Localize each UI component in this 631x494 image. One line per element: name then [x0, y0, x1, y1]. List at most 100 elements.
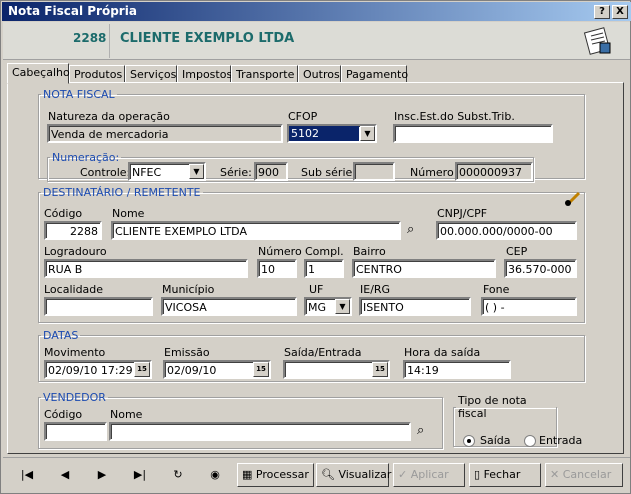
vendedor-nome-field[interactable] — [109, 422, 411, 441]
calendar-icon[interactable]: 15 — [253, 362, 269, 377]
logradouro-field[interactable]: RUA B — [44, 259, 248, 278]
nome-label: Nome — [112, 207, 145, 220]
calendar-icon[interactable]: 15 — [372, 362, 388, 377]
movimento-label: Movimento — [44, 346, 106, 359]
saida-field[interactable]: 15 — [283, 360, 390, 379]
fechar-button[interactable]: ▯ Fechar — [469, 463, 541, 487]
visualizar-button[interactable]: 🔍︎ Visualizar — [316, 463, 392, 487]
first-record-button[interactable]: |◀ — [15, 465, 39, 485]
bairro-field[interactable]: CENTRO — [352, 259, 496, 278]
compl-field[interactable]: 1 — [304, 259, 344, 278]
destinatario-legend: DESTINATÁRIO / REMETENTE — [43, 186, 201, 199]
fone-field[interactable]: ( ) - — [481, 297, 577, 316]
numeracao-legend: Numeração: — [52, 151, 120, 164]
municipio-label: Município — [162, 283, 215, 296]
uf-select[interactable]: MG ▼ — [304, 297, 352, 316]
controle-label: Controle: — [80, 166, 131, 179]
cancelar-label: Cancelar — [562, 468, 612, 481]
vendedor-legend: VENDEDOR — [43, 391, 106, 404]
emissao-label: Emissão — [164, 346, 210, 359]
compl-label: Compl. — [305, 245, 344, 258]
refresh-icon[interactable]: ↻ — [166, 465, 190, 485]
help-button[interactable]: ? — [594, 5, 610, 19]
window-title: Nota Fiscal Própria — [8, 4, 137, 18]
localidade-label: Localidade — [44, 283, 104, 296]
emissao-field[interactable]: 02/09/10 15 — [163, 360, 271, 379]
cancelar-button[interactable]: ✕ Cancelar — [545, 463, 623, 487]
destinatario-group: DESTINATÁRIO / REMETENTE Código 2288 Nom… — [38, 186, 585, 323]
tab-cabecalho[interactable]: Cabeçalho — [7, 63, 70, 84]
saida-label: Saída/Entrada — [284, 346, 362, 359]
ierg-field[interactable]: ISENTO — [359, 297, 471, 316]
bairro-label: Bairro — [353, 245, 386, 258]
aplicar-button[interactable]: ✓ Aplicar — [393, 463, 465, 487]
controle-select[interactable]: NFEC ▼ — [128, 162, 206, 181]
vendedor-nome-label: Nome — [110, 408, 143, 421]
header-code: 2288 — [73, 31, 107, 45]
codigo-field[interactable]: 2288 — [44, 221, 102, 240]
previous-record-button[interactable]: ◀ — [53, 465, 77, 485]
insc-field[interactable] — [393, 124, 553, 143]
cep-field[interactable]: 36.570-000 — [504, 259, 577, 278]
next-record-button[interactable]: ▶ — [90, 465, 114, 485]
title-bar: Nota Fiscal Própria ? X — [2, 2, 631, 21]
calendar-icon[interactable]: 15 — [134, 362, 150, 377]
record-header: 2288 CLIENTE EXEMPLO LTDA — [3, 22, 630, 60]
fechar-label: Fechar — [483, 468, 521, 481]
fone-label: Fone — [483, 283, 510, 296]
processar-button[interactable]: ▦ Processar — [237, 463, 314, 487]
tab-impostos[interactable]: Impostos — [177, 65, 232, 83]
ierg-label: IE/RG — [360, 283, 391, 296]
options-icon[interactable]: ◉ — [203, 465, 227, 485]
last-record-button[interactable]: ▶| — [128, 465, 152, 485]
chevron-down-icon[interactable]: ▼ — [360, 126, 375, 141]
tab-pagamento[interactable]: Pagamento — [341, 65, 408, 83]
uf-value: MG — [308, 301, 327, 314]
tab-servicos[interactable]: Serviços — [125, 65, 177, 83]
numero-label: Número: — [410, 166, 458, 179]
edit-pencil-icon[interactable] — [564, 191, 582, 207]
tab-transporte[interactable]: Transporte — [231, 65, 298, 83]
hora-field[interactable]: 14:19 — [403, 360, 511, 379]
serie-label: Série: — [220, 166, 252, 179]
entrada-radio[interactable] — [524, 435, 536, 447]
serie-field[interactable]: 900 — [254, 162, 288, 181]
logradouro-label: Logradouro — [44, 245, 107, 258]
vendedor-codigo-field[interactable] — [44, 422, 107, 441]
processar-label: Processar — [255, 468, 309, 481]
subserie-field[interactable] — [353, 162, 395, 181]
emissao-value: 02/09/10 — [167, 364, 217, 377]
cnpj-field[interactable]: 00.000.000/0000-00 — [436, 221, 577, 240]
door-icon: ▯ — [474, 468, 481, 481]
chevron-down-icon[interactable]: ▼ — [335, 299, 350, 314]
tab-outros[interactable]: Outros — [298, 65, 341, 83]
visualizar-label: Visualizar — [338, 468, 392, 481]
tab-produtos[interactable]: Produtos — [69, 65, 125, 83]
datas-group: DATAS Movimento 02/09/10 17:29 15 Emissã… — [38, 329, 585, 382]
close-button[interactable]: X — [612, 5, 628, 19]
binoculars-icon[interactable]: ⌕ — [417, 423, 424, 438]
vendedor-codigo-label: Código — [44, 408, 83, 421]
nota-fiscal-group: NOTA FISCAL Natureza da operação Venda d… — [38, 88, 585, 182]
localidade-field[interactable] — [44, 297, 153, 316]
header-name: CLIENTE EXEMPLO LTDA — [120, 31, 295, 46]
numero-end-label: Número — [258, 245, 302, 258]
binoculars-icon[interactable]: ⌕ — [407, 222, 414, 237]
movimento-field[interactable]: 02/09/10 17:29 15 — [44, 360, 152, 379]
numero-field[interactable]: 000000937 — [455, 162, 533, 181]
cfop-select[interactable]: 5102 ▼ — [287, 124, 377, 143]
saida-radio[interactable] — [463, 435, 475, 447]
numero-end-field[interactable]: 10 — [257, 259, 297, 278]
vendedor-group: VENDEDOR Código Nome ⌕ — [38, 391, 443, 449]
numeracao-group: Numeração: Controle: NFEC ▼ Série: 900 S… — [47, 151, 534, 182]
saida-radio-label: Saída — [480, 434, 511, 447]
movimento-value: 02/09/10 17:29 — [48, 364, 133, 377]
municipio-field[interactable]: VICOSA — [161, 297, 297, 316]
datas-legend: DATAS — [43, 329, 79, 342]
cfop-label: CFOP — [288, 110, 318, 123]
chevron-down-icon[interactable]: ▼ — [189, 164, 204, 179]
nome-field[interactable]: CLIENTE EXEMPLO LTDA — [111, 221, 401, 240]
entrada-radio-label: Entrada — [539, 434, 583, 447]
natureza-field[interactable]: Venda de mercadoria — [47, 124, 283, 143]
cep-label: CEP — [506, 245, 528, 258]
